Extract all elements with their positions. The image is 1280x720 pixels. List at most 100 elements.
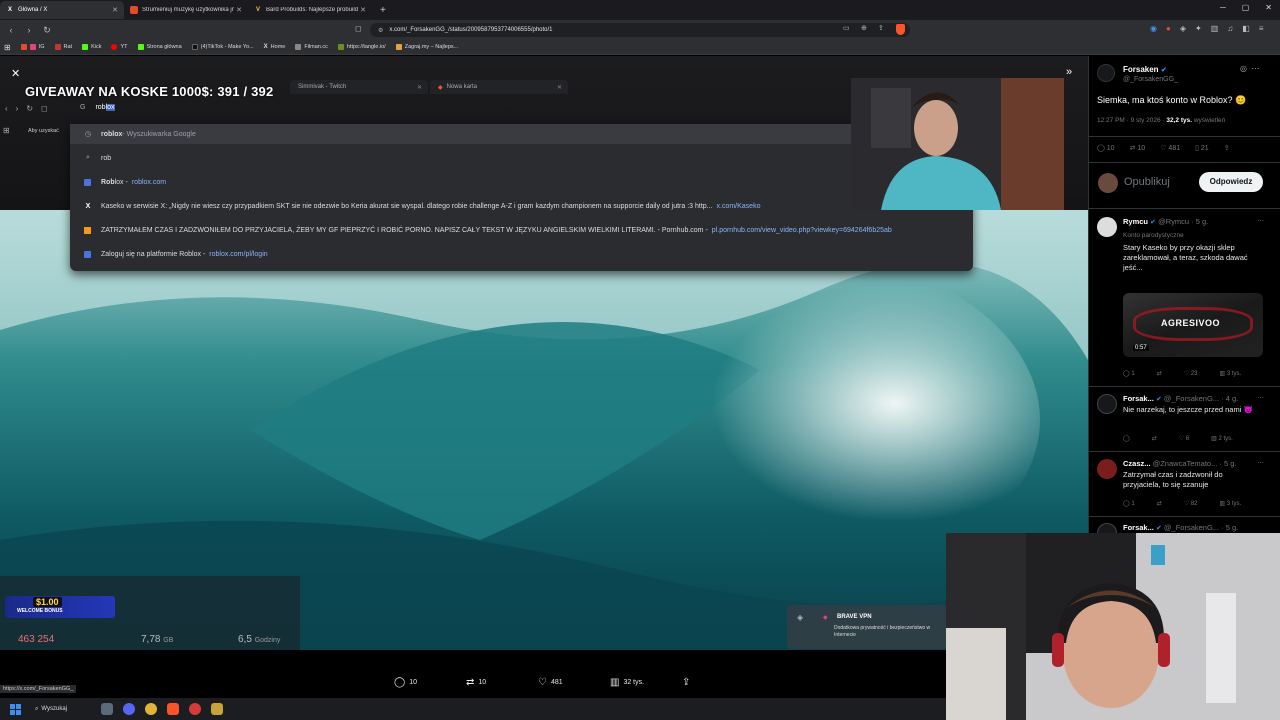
brave-icon[interactable]: [167, 703, 179, 715]
reply-action[interactable]: ◯ 10: [394, 677, 417, 688]
site-info-icon[interactable]: ⚙: [378, 27, 383, 34]
task-view-icon[interactable]: [101, 703, 113, 715]
bookmark-stat[interactable]: ▯ 21: [1195, 144, 1209, 152]
vpn-promo: ◈ ◆ BRAVE VPN Dodatkowa prywatność i bez…: [787, 605, 947, 649]
puzzle-icon[interactable]: ✦: [1195, 24, 1202, 33]
share-icon[interactable]: ⇪: [1224, 144, 1230, 152]
close-window-icon[interactable]: ✕: [1265, 3, 1272, 12]
maximize-icon[interactable]: ▢: [1242, 3, 1250, 12]
new-tab-button[interactable]: +: [372, 5, 394, 16]
vpn-icon[interactable]: ◉: [1150, 24, 1157, 33]
chart-icon: ▥: [610, 677, 620, 688]
stream-nav-icons: ‹ › ↻ ◻: [5, 104, 48, 113]
author-avatar[interactable]: [1097, 64, 1115, 82]
stream-tabs: Simmivak - Twitch ✕ ◆ Nowa karta ✕: [290, 80, 570, 94]
heart-icon: ♡: [538, 677, 547, 688]
expand-sidebar-button[interactable]: »: [1066, 66, 1072, 78]
bookmark-icon[interactable]: ◻: [355, 24, 362, 33]
close-icon[interactable]: ✕: [360, 6, 366, 14]
bookmark-item[interactable]: Filman.cc: [295, 44, 328, 50]
app-icon[interactable]: [189, 703, 201, 715]
reply-stat[interactable]: ◯ 10: [1097, 144, 1115, 152]
clock-icon: ◷: [84, 131, 92, 138]
reply-input[interactable]: Opublikuj: [1124, 176, 1170, 188]
apps-icon[interactable]: ⊞: [4, 43, 11, 52]
bookmark-item[interactable]: X Home: [264, 44, 286, 50]
x-icon: X: [7, 7, 12, 13]
sidebar-icon[interactable]: ▥: [1211, 24, 1219, 33]
suggestion-item: Rob lox - roblox.com: [70, 172, 973, 192]
tab-x-home[interactable]: X Główna / X ✕: [0, 1, 124, 19]
tab-probuilds[interactable]: V Bard Probuilds: Najlepsze probuilds ✕: [248, 1, 372, 19]
repost-action[interactable]: ⇄ 10: [466, 677, 486, 688]
minimize-icon[interactable]: ─: [1220, 3, 1226, 12]
reload-icon[interactable]: ↻: [40, 25, 54, 36]
bookmark-item[interactable]: Rat: [54, 44, 72, 50]
pornhub-icon: [84, 226, 91, 234]
media-icon: [130, 6, 138, 14]
bookmark-item[interactable]: (4)TikTok - Make Yo...: [191, 44, 254, 50]
menu-icon[interactable]: ≡: [1259, 24, 1264, 33]
stream-hint: Aby uzyskać: [28, 128, 59, 134]
close-icon[interactable]: ✕: [236, 6, 242, 14]
address-bar[interactable]: ⚙ x.com/_ForsakenGG_/status/200958795377…: [370, 23, 910, 37]
discord-icon[interactable]: [123, 703, 135, 715]
streamer-webcam: [851, 78, 1064, 210]
brave-shields-icon[interactable]: [896, 24, 905, 35]
post-meta: 12:27 PM · 9 sty 2026 · 32,2 tys. wyświe…: [1097, 117, 1226, 124]
bookmark-item[interactable]: YT: [111, 44, 128, 50]
author-name[interactable]: Forsaken ✔: [1123, 65, 1167, 74]
close-icon[interactable]: ✕: [112, 6, 118, 14]
zoom-icon[interactable]: ⊕: [861, 24, 867, 32]
verified-icon: ✔: [1160, 67, 1167, 74]
v-icon: V: [255, 7, 260, 13]
like-stat[interactable]: ♡ 481: [1160, 144, 1180, 152]
extension-icons: ◉ ● ◈ ✦ ▥ ♫ ◧ ≡: [1150, 24, 1263, 33]
app-icon[interactable]: [211, 703, 223, 715]
author-handle[interactable]: @_ForsakenGG_: [1123, 76, 1178, 83]
divider: [1088, 386, 1280, 387]
forward-icon[interactable]: ›: [22, 25, 36, 35]
windows-start-icon[interactable]: [10, 703, 21, 715]
back-icon[interactable]: ‹: [4, 25, 18, 35]
video-thumbnail[interactable]: AGRESIVOO 0:57: [1123, 293, 1263, 357]
bookmark-item[interactable]: Strona główna: [137, 44, 182, 50]
extension-icon[interactable]: ◈: [1180, 24, 1186, 33]
bookmark-item[interactable]: Zagraj.my – Najleps...: [395, 44, 458, 50]
views-action[interactable]: ▥ 32 tys.: [610, 677, 644, 688]
divider: [1088, 162, 1280, 163]
music-icon[interactable]: ♫: [1227, 24, 1233, 33]
wallet-icon[interactable]: ◧: [1242, 24, 1250, 33]
x-icon: X: [85, 202, 91, 210]
stream-search-input: Groblox: [80, 104, 115, 111]
suggestion-item: ⌕ rob: [70, 148, 973, 168]
record-icon[interactable]: ●: [1166, 24, 1171, 33]
tab-bar: X Główna / X ✕ Strumieniuj muzykę użytko…: [0, 0, 1280, 20]
stat-value: 463 254: [18, 634, 55, 645]
taskbar-search[interactable]: ⌕ Wyszukaj: [35, 706, 67, 713]
repost-stat[interactable]: ⇄ 10: [1130, 144, 1146, 152]
tab-music[interactable]: Strumieniuj muzykę użytkownika jm ✕: [124, 1, 248, 19]
post-text: Siemka, ma ktoś konto w Roblox? 😊: [1097, 95, 1247, 105]
reader-icon[interactable]: ▭: [843, 24, 850, 32]
grok-icon[interactable]: ◎: [1240, 64, 1247, 73]
more-icon[interactable]: ⋯: [1251, 64, 1259, 73]
divider: [1088, 516, 1280, 517]
bookmark-item[interactable]: https://tangle.io/: [337, 44, 386, 50]
share-action[interactable]: ⇪: [682, 677, 690, 688]
like-action[interactable]: ♡ 481: [538, 677, 563, 688]
close-viewer-button[interactable]: ✕: [11, 67, 20, 80]
bookmark-item[interactable]: Kick: [82, 44, 101, 50]
share-icon: ⇪: [682, 677, 691, 688]
post-header-icons: ◎ ⋯: [1240, 64, 1259, 73]
bookmark-item[interactable]: IG: [20, 44, 45, 50]
suggestion-item: X Kaseko w serwisie X: „Nigdy nie wiesz c…: [70, 196, 973, 216]
suggestion-item: ◷ roblox - Wyszukiwarka Google: [70, 124, 973, 144]
window-controls: ─ ▢ ✕: [1220, 3, 1272, 12]
chrome-icon[interactable]: [145, 703, 157, 715]
reply-button[interactable]: Odpowiedz: [1199, 172, 1263, 192]
nav-bar: ‹ › ↻ ⚙ x.com/_ForsakenGG_/status/200958…: [0, 20, 1280, 40]
divider: [1088, 136, 1280, 137]
my-avatar: [1098, 173, 1118, 193]
share-icon[interactable]: ⇪: [878, 24, 884, 32]
